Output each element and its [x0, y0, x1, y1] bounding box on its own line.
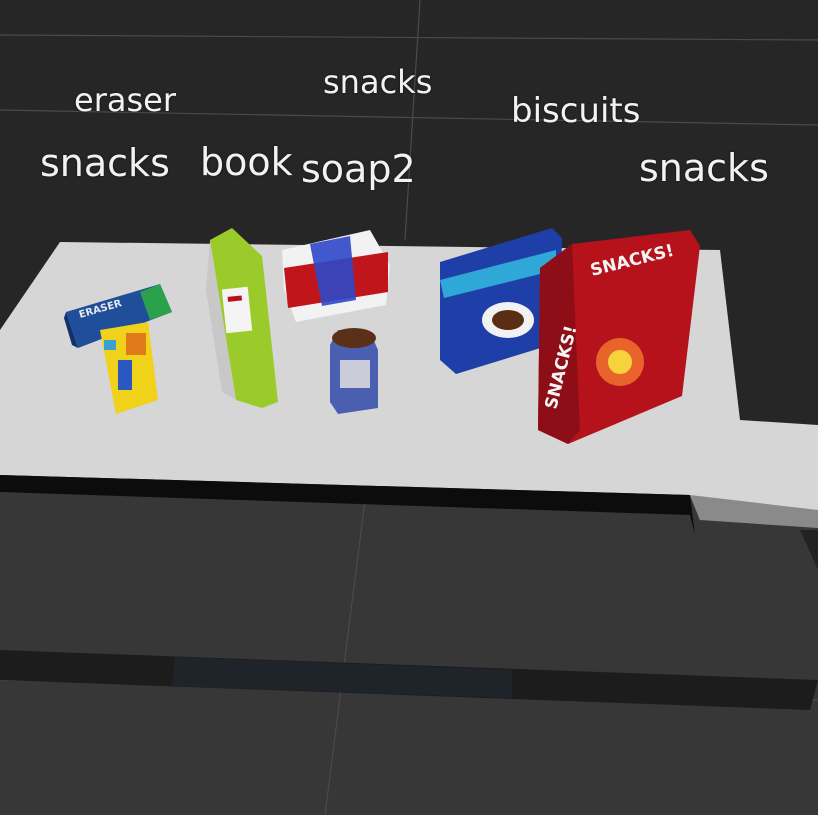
jar-object	[330, 328, 378, 414]
floor	[0, 480, 818, 815]
label-eraser: eraser	[74, 81, 176, 119]
label-soap2: soap2	[301, 147, 416, 191]
label-book: book	[200, 140, 293, 184]
label-snacks-top: snacks	[323, 63, 433, 101]
label-snacks-right: snacks	[639, 146, 769, 190]
label-snacks-left: snacks	[40, 141, 170, 185]
robot-simulation-scene: ERASER SNACKS! SNACKS!	[0, 0, 818, 815]
label-biscuits: biscuits	[511, 91, 641, 131]
